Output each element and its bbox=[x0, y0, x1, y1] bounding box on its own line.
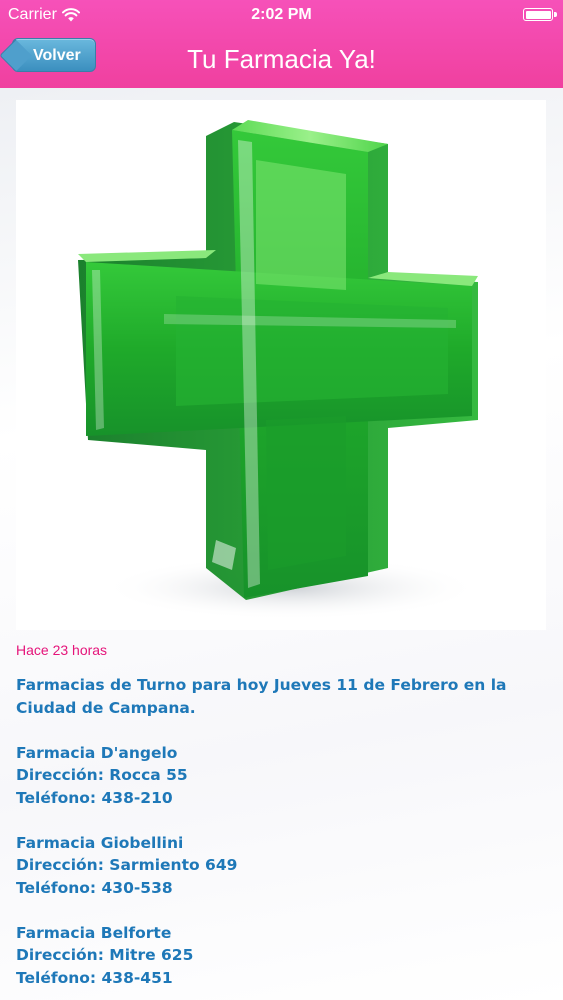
page-title: Tu Farmacia Ya! bbox=[187, 44, 376, 74]
pharmacy-phone: Teléfono: 438-210 bbox=[16, 788, 173, 807]
post-timestamp: Hace 23 horas bbox=[16, 642, 108, 658]
pharmacy-address: Dirección: Rocca 55 bbox=[16, 766, 188, 784]
pharmacy-name: Farmacia Giobellini bbox=[16, 833, 184, 852]
top-bar: Carrier 2:02 PM Volver Tu Farmacia Ya! bbox=[0, 0, 563, 88]
post-image bbox=[16, 100, 546, 630]
status-bar: Carrier 2:02 PM bbox=[0, 0, 563, 30]
pharmacy-name: Farmacia D'angelo bbox=[16, 743, 178, 762]
pharmacy-phone: Teléfono: 438-451 bbox=[16, 968, 173, 987]
battery-icon bbox=[523, 8, 557, 21]
post-intro: Farmacias de Turno para hoy Jueves 11 de… bbox=[16, 676, 507, 717]
status-time: 2:02 PM bbox=[251, 6, 312, 23]
pharmacy-address: Dirección: Sarmiento 649 bbox=[16, 856, 238, 874]
pharmacy-name: Farmacia Belforte bbox=[16, 923, 172, 942]
post-body: Farmacias de Turno para hoy Jueves 11 de… bbox=[16, 674, 546, 989]
pharmacy-phone: Teléfono: 430-538 bbox=[16, 878, 173, 897]
pharmacy-address: Dirección: Mitre 625 bbox=[16, 946, 194, 964]
green-pharmacy-cross-icon bbox=[78, 120, 481, 620]
post-content: Hace 23 horas Farmacias de Turno para ho… bbox=[0, 88, 563, 1000]
navigation-bar: Volver Tu Farmacia Ya! bbox=[0, 30, 563, 88]
